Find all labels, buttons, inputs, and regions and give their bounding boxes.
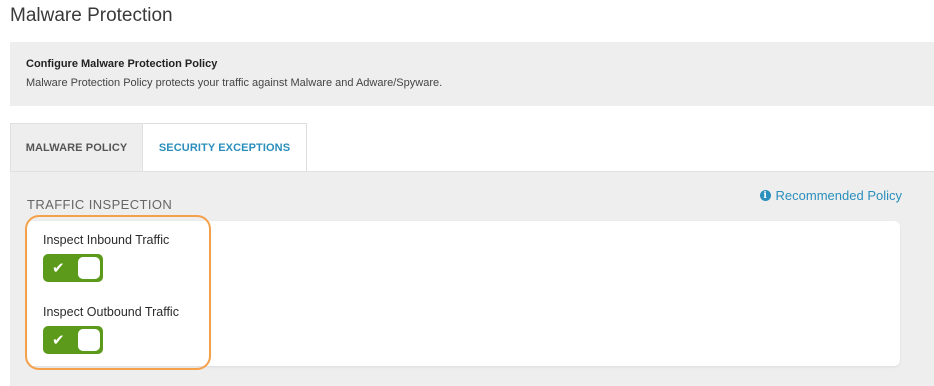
recommended-policy-label: Recommended Policy — [775, 188, 902, 203]
tab-malware-policy[interactable]: MALWARE POLICY — [10, 123, 143, 172]
info-circle-icon: i — [759, 190, 771, 201]
section-title: TRAFFIC INSPECTION — [27, 197, 173, 212]
highlight-outline — [25, 215, 211, 370]
banner-description: Malware Protection Policy protects your … — [26, 77, 443, 89]
malware-policy-panel: TRAFFIC INSPECTION i Recommended Policy … — [10, 171, 934, 386]
recommended-policy-link[interactable]: i Recommended Policy — [759, 188, 902, 203]
tab-security-exceptions[interactable]: SECURITY EXCEPTIONS — [143, 123, 307, 172]
page-title: Malware Protection — [10, 5, 173, 26]
info-banner: Configure Malware Protection Policy Malw… — [10, 42, 934, 106]
banner-title: Configure Malware Protection Policy — [26, 58, 218, 70]
tab-bar: MALWARE POLICY SECURITY EXCEPTIONS — [10, 123, 307, 172]
